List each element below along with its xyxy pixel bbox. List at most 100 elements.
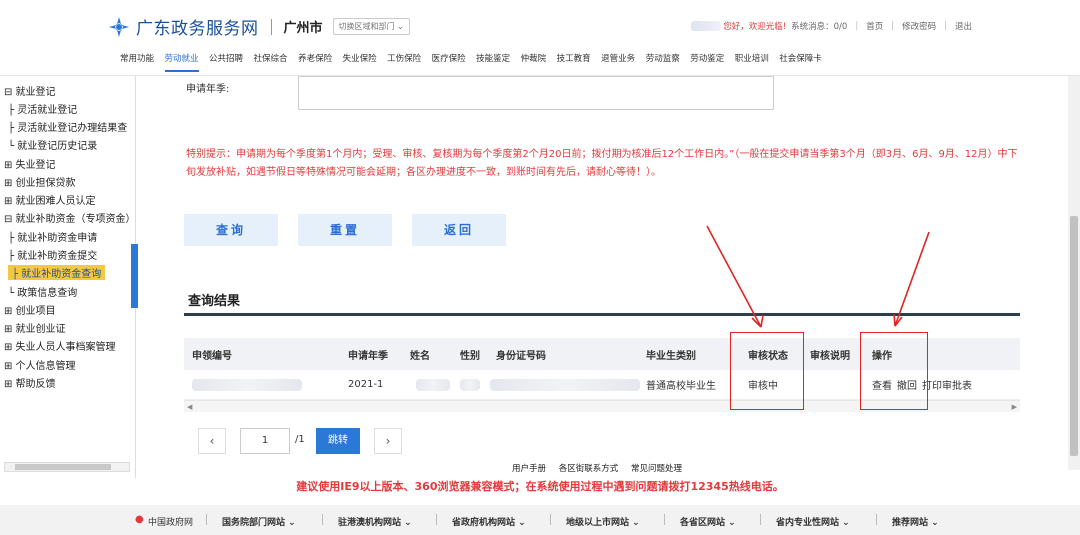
site-header: 广东政务服务网 广州市 切换区域和部门 ⌄ 您好，欢迎光临! 系统消息：0/0 … xyxy=(0,0,1080,80)
nav-item[interactable]: 失业保险 xyxy=(343,52,377,72)
divider xyxy=(206,514,207,525)
col-status-note: 审核说明 xyxy=(810,350,850,362)
bottom-link[interactable]: 国务院部门网站 ⌄ xyxy=(222,515,296,528)
main-nav: 常用功能 劳动就业 公共招聘 社保综合 养老保险 失业保险 工伤保险 医疗保险 技能鉴定 仲裁院技… xyxy=(120,52,832,72)
row-year: 2021-1 xyxy=(348,379,384,390)
nav-item[interactable]: 社保综合 xyxy=(254,52,288,72)
bottom-link[interactable]: 地级以上市网站 ⌄ xyxy=(566,515,640,528)
next-page-button[interactable]: › xyxy=(374,428,402,454)
divider: | xyxy=(891,21,895,31)
col-claim-no: 申领编号 xyxy=(192,350,232,362)
nav-item[interactable]: 仲裁院 xyxy=(521,52,547,72)
change-password-link[interactable]: 修改密码 xyxy=(902,20,936,32)
sidebar-item[interactable]: ⊟ 就业补助资金（专项资金） xyxy=(4,210,136,225)
nav-item[interactable]: 劳动鉴定 xyxy=(690,52,724,72)
sidebar-horizontal-scrollbar[interactable] xyxy=(4,462,130,472)
nav-item[interactable]: 职业培训 xyxy=(735,52,769,72)
divider: | xyxy=(855,21,859,31)
page-vertical-scrollbar[interactable] xyxy=(1068,76,1080,470)
system-messages-link[interactable]: 系统消息：0/0 xyxy=(791,20,847,32)
divider xyxy=(322,514,323,525)
scroll-right-icon[interactable]: ▶ xyxy=(1012,403,1017,411)
bottom-link[interactable]: 驻港澳机构网站 ⌄ xyxy=(338,515,412,528)
home-link[interactable]: 首页 xyxy=(866,20,883,32)
jump-button[interactable]: 跳转 xyxy=(316,428,360,454)
page-number-input[interactable]: 1 xyxy=(240,428,290,454)
scroll-left-icon[interactable]: ◀ xyxy=(187,403,192,411)
divider xyxy=(876,514,877,525)
gov-emblem-icon: ● xyxy=(135,514,144,525)
nav-item[interactable]: 社会保障卡 xyxy=(779,52,822,72)
sidebar-item[interactable]: ⊞ 失业登记 xyxy=(4,156,56,171)
logo-icon xyxy=(108,16,130,38)
logo-divider xyxy=(270,18,272,35)
col-name: 姓名 xyxy=(410,350,430,362)
site-name: 广东政务服务网 xyxy=(136,19,259,39)
divider xyxy=(760,514,761,525)
sidebar-item[interactable]: ⊞ 创业项目 xyxy=(4,302,56,317)
site-logo[interactable]: 广东政务服务网 广州市 切换区域和部门 ⌄ xyxy=(108,14,410,39)
sidebar-item[interactable]: └ 政策信息查询 xyxy=(8,284,77,299)
bottom-link[interactable]: 中国政府网 xyxy=(148,515,193,528)
bottom-link[interactable]: 省政府机构网站 ⌄ xyxy=(452,515,526,528)
user-bar: 您好，欢迎光临! 系统消息：0/0 | 首页 | 修改密码 | 退出 xyxy=(691,20,972,32)
sidebar-item[interactable]: └ 就业登记历史记录 xyxy=(8,137,97,152)
bottom-link[interactable]: 各省区网站 ⌄ xyxy=(680,515,736,528)
faq-link[interactable]: 常见问题处理 xyxy=(631,464,682,474)
divider xyxy=(550,514,551,525)
id-number-redacted xyxy=(490,370,640,399)
nav-item[interactable]: 劳动就业 xyxy=(164,52,199,72)
claim-no-redacted xyxy=(192,370,302,399)
results-title: 查询结果 xyxy=(188,294,241,309)
row-category: 普通高校毕业生 xyxy=(646,381,716,392)
query-button[interactable]: 查询 xyxy=(184,214,278,246)
divider xyxy=(436,514,437,525)
sidebar-item[interactable]: ⊟ 就业登记 xyxy=(4,83,56,98)
scrollbar-thumb[interactable] xyxy=(15,464,111,470)
nav-item[interactable]: 劳动监察 xyxy=(646,52,680,72)
bottom-link-bar: 中国政府网 国务院部门网站 ⌄ 驻港澳机构网站 ⌄ 省政府机构网站 ⌄ 地级以上市网站 … xyxy=(0,505,1080,535)
reset-button[interactable]: 重置 xyxy=(298,214,392,246)
nav-item[interactable]: 医疗保险 xyxy=(432,52,466,72)
prev-page-button[interactable]: ‹ xyxy=(198,428,226,454)
user-name-redacted xyxy=(691,21,722,31)
nav-item[interactable]: 技工教育 xyxy=(557,52,591,72)
annotation-box-actions xyxy=(860,332,928,410)
gender-redacted xyxy=(460,370,480,399)
sidebar-item[interactable]: ├ 就业补助资金提交 xyxy=(8,247,97,262)
city-name: 广州市 xyxy=(283,21,323,36)
switch-region-button[interactable]: 切换区域和部门 ⌄ xyxy=(332,18,410,35)
nav-item[interactable]: 退管业务 xyxy=(601,52,635,72)
back-button[interactable]: 返回 xyxy=(412,214,506,246)
nav-item[interactable]: 工伤保险 xyxy=(387,52,421,72)
nav-item[interactable]: 养老保险 xyxy=(298,52,332,72)
nav-item[interactable]: 技能鉴定 xyxy=(476,52,510,72)
sidebar-item[interactable]: ├ 就业补助资金查询 xyxy=(8,265,106,280)
scrollbar-thumb[interactable] xyxy=(1070,216,1078,456)
sidebar-item[interactable]: ⊞ 就业创业证 xyxy=(4,320,66,335)
sidebar-item[interactable]: ⊞ 失业人员人事档案管理 xyxy=(4,338,116,353)
district-contacts-link[interactable]: 各区街联系方式 xyxy=(559,464,619,474)
page-total: /1 xyxy=(295,434,305,445)
sidebar-item[interactable]: ⊞ 就业困难人员认定 xyxy=(4,192,96,207)
sidebar-item[interactable]: ├ 灵活就业登记办理结果查 xyxy=(8,119,127,134)
nav-item[interactable]: 常用功能 xyxy=(120,52,154,72)
bottom-link[interactable]: 推荐网站 ⌄ xyxy=(892,515,939,528)
sidebar-tree: ⊟ 就业登记 ├ 灵活就业登记 ├ 灵活就业登记办理结果查 └ 就业登记历史记录 ⊞ 失… xyxy=(0,76,136,478)
divider: | xyxy=(944,21,947,31)
logout-link[interactable]: 退出 xyxy=(955,20,972,32)
sidebar-item[interactable]: ⊞ 创业担保贷款 xyxy=(4,174,76,189)
user-manual-link[interactable]: 用户手册 xyxy=(512,464,546,474)
year-input[interactable] xyxy=(298,76,774,110)
sidebar-collapse-handle[interactable] xyxy=(131,244,138,308)
annotation-box-status xyxy=(730,332,804,410)
col-id-number: 身份证号码 xyxy=(496,350,546,362)
nav-item[interactable]: 公共招聘 xyxy=(209,52,243,72)
print-form-link[interactable]: 打印审批表 xyxy=(922,377,972,392)
sidebar-item[interactable]: ├ 就业补助资金申请 xyxy=(8,229,97,244)
bottom-link[interactable]: 省内专业性网站 ⌄ xyxy=(776,515,850,528)
sidebar-item[interactable]: ⊞ 帮助反馈 xyxy=(4,375,56,390)
sidebar-item[interactable]: ⊞ 个人信息管理 xyxy=(4,357,76,372)
sidebar-item[interactable]: ├ 灵活就业登记 xyxy=(8,101,77,116)
main-content: 申请年季: 特别提示：申请期为每个季度第1个月内；受理、审核、复核期为每个季度第… xyxy=(138,76,1068,478)
